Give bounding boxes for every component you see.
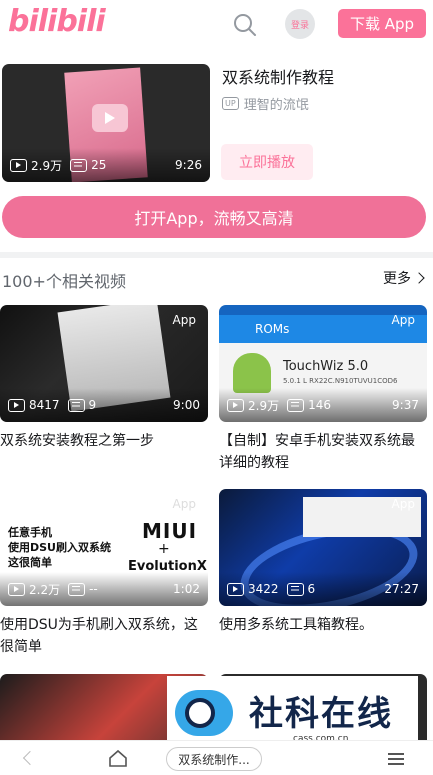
home-icon[interactable] (108, 749, 128, 767)
login-button[interactable]: 登录 (285, 9, 315, 39)
download-app-button[interactable]: 下载 App (338, 9, 426, 38)
view-count: 8417 (29, 398, 60, 412)
video-title[interactable]: 双系统安装教程之第一步 (0, 430, 208, 452)
section-divider (0, 252, 433, 258)
featured-title[interactable]: 双系统制作教程 (222, 64, 334, 88)
dsu-caption: 任意手机 使用DSU刷入双系统 这很简单 (8, 526, 111, 569)
featured-thumbnail[interactable]: 2.9万 25 9:26 (2, 64, 210, 182)
menu-icon[interactable] (388, 751, 404, 765)
open-app-button[interactable]: 打开App，流畅又高清 (2, 196, 426, 238)
more-link[interactable]: 更多 (383, 268, 425, 288)
touchwiz-sub: 5.0.1 L RX22C.N910TUVU1COD6 (283, 377, 398, 385)
featured-video[interactable]: 2.9万 25 9:26 双系统制作教程 UP 理智的流氓 立即播放 (0, 64, 433, 184)
danmaku-icon (67, 398, 85, 412)
video-card[interactable]: App 3422 6 27:27 使用多系统工具箱教程。 (219, 489, 427, 636)
current-tab[interactable]: 双系统制作... (166, 747, 262, 771)
video-stats: 2.9万 146 9:37 (219, 388, 427, 422)
view-count: 2.9万 (31, 158, 63, 173)
eye-logo-icon (185, 698, 215, 728)
author[interactable]: UP 理智的流氓 (222, 94, 309, 113)
danmaku-count: 146 (308, 398, 331, 412)
play-count-icon (227, 398, 244, 412)
danmaku-icon (287, 398, 305, 412)
video-thumbnail[interactable]: App 3422 6 27:27 (219, 489, 427, 606)
author-name: 理智的流氓 (243, 98, 309, 113)
chevron-right-icon (413, 272, 425, 284)
browser-bottom-nav: 双系统制作... (0, 740, 433, 775)
duration: 9:26 (175, 158, 202, 172)
back-icon[interactable] (22, 750, 38, 766)
tv-logo-icon (92, 104, 128, 132)
video-thumbnail[interactable]: ROMs TouchWiz 5.0 5.0.1 L RX22C.N910TUVU… (219, 305, 427, 422)
touchwiz-label: TouchWiz 5.0 (283, 359, 369, 374)
danmaku-count: 25 (91, 158, 107, 172)
danmaku-count: -- (89, 582, 98, 596)
video-stats: 2.2万 -- 1:02 (0, 572, 208, 606)
miui-logo: MIUI (142, 519, 198, 543)
danmaku-count: 6 (307, 582, 316, 596)
video-title[interactable]: 使用多系统工具箱教程。 (219, 614, 427, 636)
view-count: 2.2万 (29, 582, 61, 597)
duration: 1:02 (173, 582, 200, 596)
related-title: 100+个相关视频 (2, 272, 126, 291)
danmaku-count: 9 (88, 398, 97, 412)
android-icon (233, 353, 271, 393)
play-count-icon (8, 398, 25, 412)
video-card[interactable]: App 8417 9 9:00 双系统安装教程之第一步 (0, 305, 208, 452)
app-tag: App (172, 497, 196, 511)
video-title[interactable]: 使用DSU为手机刷入双系统，这很简单 (0, 614, 208, 658)
video-thumbnail[interactable]: 任意手机 使用DSU刷入双系统 这很简单 MIUI + EvolutionX A… (0, 489, 208, 606)
play-count-icon (227, 582, 244, 596)
video-card[interactable]: 任意手机 使用DSU刷入双系统 这很简单 MIUI + EvolutionX A… (0, 489, 208, 658)
app-tag: App (172, 313, 196, 327)
duration: 9:37 (392, 398, 419, 412)
video-stats: 3422 6 27:27 (219, 572, 427, 606)
play-count-icon (8, 582, 25, 596)
search-icon[interactable] (232, 12, 258, 38)
view-count: 2.9万 (248, 398, 280, 413)
bilibili-logo[interactable]: bilibili (8, 4, 106, 39)
app-tag: App (391, 497, 415, 511)
danmaku-icon (70, 158, 88, 172)
play-now-button[interactable]: 立即播放 (221, 144, 313, 180)
video-stats: 2.9万 25 9:26 (2, 148, 210, 182)
play-count-icon (10, 158, 27, 172)
danmaku-icon (68, 582, 86, 596)
duration: 9:00 (173, 398, 200, 412)
header: bilibili 登录 下载 App (0, 0, 433, 50)
video-title[interactable]: 【自制】安卓手机安装双系统最详细的教程 (219, 430, 427, 474)
video-stats: 8417 9 9:00 (0, 388, 208, 422)
duration: 27:27 (384, 582, 419, 596)
up-icon: UP (222, 97, 239, 110)
watermark-text: 社科在线 (249, 694, 393, 734)
app-tag: App (391, 313, 415, 327)
video-thumbnail[interactable]: App 8417 9 9:00 (0, 305, 208, 422)
view-count: 3422 (248, 582, 279, 596)
video-card[interactable]: ROMs TouchWiz 5.0 5.0.1 L RX22C.N910TUVU… (219, 305, 427, 474)
danmaku-icon (286, 582, 304, 596)
